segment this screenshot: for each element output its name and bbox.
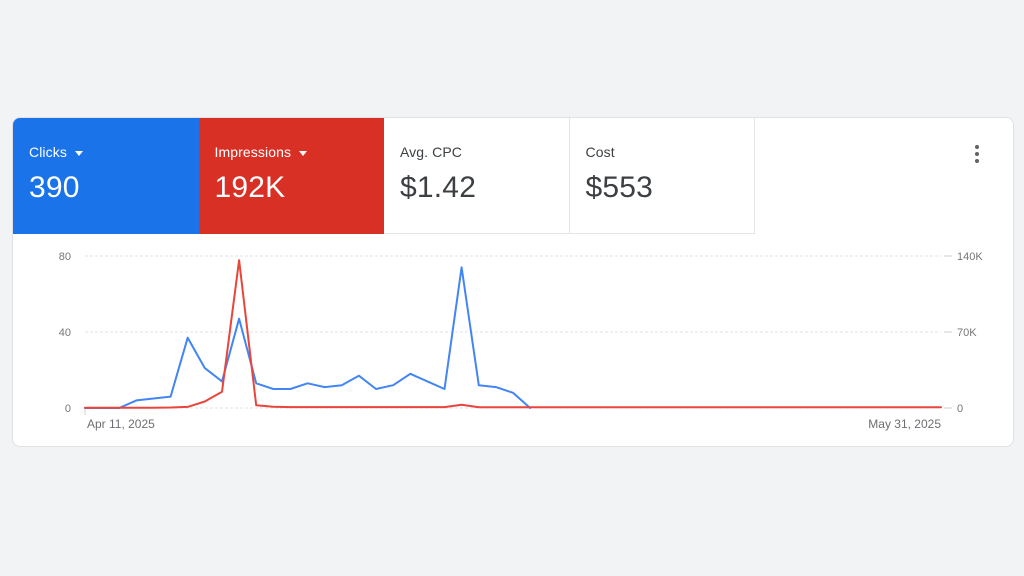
impressions-line bbox=[84, 259, 942, 409]
metric-card-avg-cpc[interactable]: Avg. CPC $1.42 bbox=[384, 118, 570, 234]
x-axis-end-date: May 31, 2025 bbox=[868, 417, 941, 431]
metric-label-row: Impressions bbox=[215, 144, 369, 161]
metric-card-impressions[interactable]: Impressions 192K bbox=[198, 118, 384, 234]
left-axis-tick-80: 80 bbox=[59, 251, 71, 263]
chart-canvas[interactable]: 80 40 0 140K 70K 0 Apr 11, 2025 May 31, … bbox=[13, 234, 1014, 447]
metrics-spacer bbox=[755, 118, 1013, 234]
right-axis-tick-0: 0 bbox=[957, 403, 963, 415]
performance-chart-card: Clicks 390 Impressions 192K Avg. CPC $1.… bbox=[12, 117, 1014, 447]
metrics-header: Clicks 390 Impressions 192K Avg. CPC $1.… bbox=[13, 118, 1013, 234]
metric-label-clicks: Clicks bbox=[29, 144, 67, 160]
x-axis-start-date: Apr 11, 2025 bbox=[87, 417, 155, 431]
metric-value-avg-cpc: $1.42 bbox=[400, 171, 477, 204]
metric-value-impressions: 192K bbox=[214, 171, 286, 204]
clicks-line bbox=[84, 266, 532, 409]
metric-label-impressions: Impressions bbox=[214, 144, 292, 160]
kebab-dot bbox=[975, 145, 979, 149]
timeseries-chart[interactable]: 80 40 0 140K 70K 0 Apr 11, 2025 May 31, … bbox=[13, 234, 1014, 447]
kebab-dot bbox=[975, 152, 979, 156]
right-axis-tick-140k: 140K bbox=[957, 251, 983, 263]
chevron-down-icon[interactable] bbox=[74, 151, 83, 156]
left-axis-tick-0: 0 bbox=[65, 403, 71, 415]
metric-card-cost[interactable]: Cost $553 bbox=[569, 118, 755, 234]
metric-value-clicks: 390 bbox=[29, 171, 80, 204]
metric-label-cost: Cost bbox=[585, 144, 615, 160]
metric-card-clicks[interactable]: Clicks 390 bbox=[13, 118, 199, 234]
left-axis-tick-40: 40 bbox=[59, 327, 71, 339]
kebab-dot bbox=[975, 159, 979, 163]
metric-label-avg-cpc: Avg. CPC bbox=[400, 144, 463, 160]
metric-label-row: Clicks bbox=[29, 144, 183, 161]
chevron-down-icon[interactable] bbox=[299, 151, 308, 156]
metric-value-cost: $553 bbox=[585, 171, 654, 204]
right-axis-tick-70k: 70K bbox=[957, 327, 977, 339]
kebab-menu-icon[interactable] bbox=[965, 140, 989, 168]
metric-label-row: Avg. CPC bbox=[400, 144, 553, 161]
metric-label-row: Cost bbox=[586, 144, 739, 161]
